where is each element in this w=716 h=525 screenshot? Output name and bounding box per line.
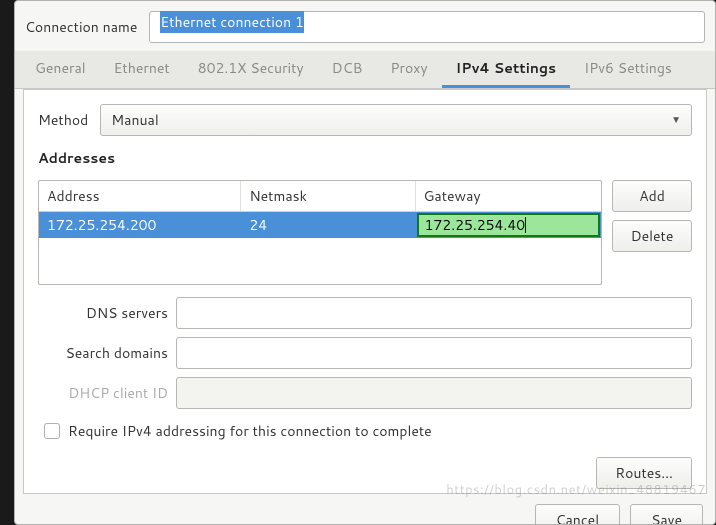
method-label: Method [38, 110, 88, 130]
method-row: Method Manual ▼ [38, 104, 692, 136]
tab-ipv6-settings[interactable]: IPv6 Settings [570, 51, 686, 88]
addresses-block: Address Netmask Gateway 172.25.254.200 2… [38, 180, 692, 285]
cell-address[interactable]: 172.25.254.200 [39, 212, 241, 238]
extra-fields: DNS servers Search domains DHCP client I… [38, 297, 692, 409]
routes-button[interactable]: Routes… [596, 457, 692, 489]
method-value: Manual [111, 110, 158, 130]
cancel-button[interactable]: Cancel [535, 504, 621, 524]
dhcp-client-input [176, 377, 692, 409]
method-dropdown[interactable]: Manual ▼ [100, 104, 692, 136]
routes-row: Routes… [38, 453, 692, 489]
search-domains-input[interactable] [176, 337, 692, 369]
connection-name-input[interactable]: Ethernet connection 1 [149, 11, 705, 43]
tab-ethernet[interactable]: Ethernet [100, 51, 184, 88]
table-header: Address Netmask Gateway [39, 181, 601, 212]
col-netmask[interactable]: Netmask [241, 181, 415, 211]
tab-ipv4-settings[interactable]: IPv4 Settings [442, 51, 570, 88]
dhcp-client-row: DHCP client ID [38, 377, 692, 409]
connection-name-row: Connection name Ethernet connection 1 [15, 1, 715, 51]
table-buttons: Add Delete [612, 180, 692, 285]
col-gateway[interactable]: Gateway [416, 181, 601, 211]
connection-name-label: Connection name [25, 17, 137, 37]
search-domains-label: Search domains [38, 343, 168, 363]
tab-8021x-security[interactable]: 802.1X Security [184, 51, 318, 88]
search-domains-row: Search domains [38, 337, 692, 369]
require-ipv4-label: Require IPv4 addressing for this connect… [68, 421, 432, 441]
save-button[interactable]: Save [630, 504, 703, 524]
addresses-title: Addresses [38, 148, 692, 168]
addresses-table[interactable]: Address Netmask Gateway 172.25.254.200 2… [38, 180, 602, 285]
dhcp-client-label: DHCP client ID [38, 383, 168, 403]
cell-gateway-editing[interactable]: 172.25.254.40 [417, 213, 600, 237]
chevron-down-icon: ▼ [671, 113, 681, 127]
dns-row: DNS servers [38, 297, 692, 329]
dns-label: DNS servers [38, 303, 168, 323]
tabs: General Ethernet 802.1X Security DCB Pro… [15, 51, 715, 89]
add-button[interactable]: Add [612, 180, 692, 212]
ipv4-panel: Method Manual ▼ Addresses Address Netmas… [23, 89, 707, 494]
cell-netmask[interactable]: 24 [241, 212, 415, 238]
table-row[interactable]: 172.25.254.200 24 172.25.254.40 [39, 212, 601, 238]
network-connection-editor: Connection name Ethernet connection 1 Ge… [14, 0, 716, 525]
tab-general[interactable]: General [21, 51, 100, 88]
delete-button[interactable]: Delete [612, 220, 692, 252]
dns-input[interactable] [176, 297, 692, 329]
tab-proxy[interactable]: Proxy [376, 51, 441, 88]
col-address[interactable]: Address [39, 181, 241, 211]
require-ipv4-row: Require IPv4 addressing for this connect… [38, 421, 692, 441]
tab-dcb[interactable]: DCB [318, 51, 377, 88]
dialog-footer: Cancel Save [15, 494, 715, 524]
require-ipv4-checkbox[interactable] [44, 423, 60, 439]
